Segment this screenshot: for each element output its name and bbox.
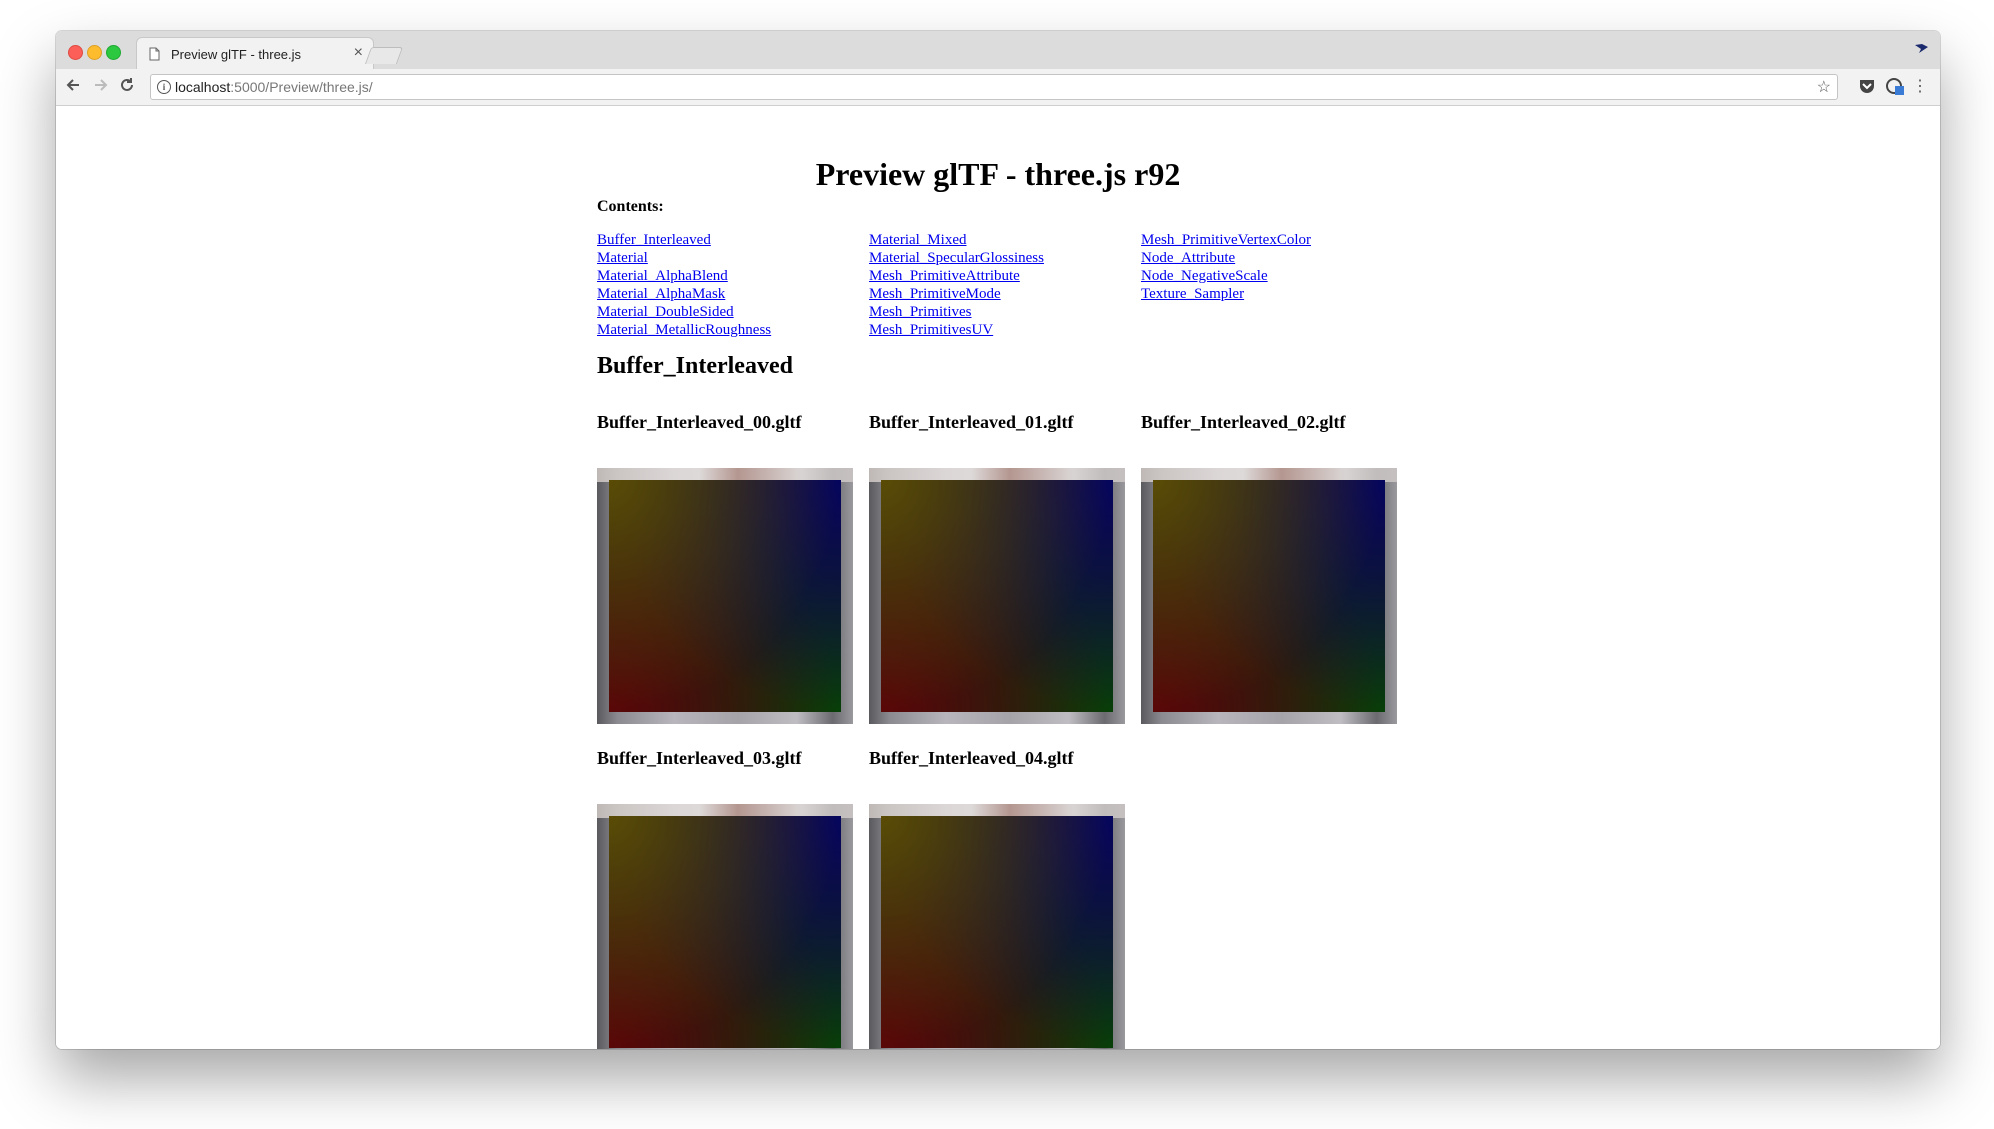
contents-link[interactable]: Texture_Sampler: [1141, 285, 1311, 303]
section-title: Buffer_Interleaved: [597, 353, 793, 379]
contents-link[interactable]: Mesh_PrimitiveAttribute: [869, 267, 1044, 285]
contents-link[interactable]: Buffer_Interleaved: [597, 231, 771, 249]
contents-link[interactable]: Material_Mixed: [869, 231, 1044, 249]
page-content: Preview glTF - three.js r92 Contents: Bu…: [56, 106, 1940, 1049]
menu-icon[interactable]: ⋮: [1912, 76, 1928, 96]
contents-link[interactable]: Material_MetallicRoughness: [597, 321, 771, 339]
extension-icon[interactable]: [1886, 77, 1904, 95]
new-tab-button[interactable]: [364, 47, 404, 64]
contents-link[interactable]: Mesh_PrimitivesUV: [869, 321, 1044, 339]
tab-strip: Preview glTF - three.js ×: [56, 31, 1940, 70]
document-icon: [149, 47, 160, 66]
contents-label: Contents:: [597, 198, 664, 215]
window-maximize-button[interactable]: [106, 45, 121, 60]
page-title: Preview glTF - three.js r92: [815, 156, 1181, 192]
window-minimize-button[interactable]: [87, 45, 102, 60]
contents-link[interactable]: Mesh_PrimitiveVertexColor: [1141, 231, 1311, 249]
tab-title: Preview glTF - three.js: [171, 47, 302, 62]
reload-icon[interactable]: [118, 76, 136, 98]
contents-column-3: Mesh_PrimitiveVertexColor Node_Attribute…: [1141, 231, 1311, 303]
rendered-quad: [609, 816, 841, 1048]
model-preview-canvas[interactable]: [869, 804, 1125, 1049]
contents-link[interactable]: Mesh_Primitives: [869, 303, 1044, 321]
contents-link[interactable]: Node_NegativeScale: [1141, 267, 1311, 285]
info-icon[interactable]: i: [157, 80, 171, 94]
model-title: Buffer_Interleaved_02.gltf: [1141, 412, 1346, 432]
back-arrow-icon[interactable]: [64, 76, 82, 98]
rendered-quad: [881, 816, 1113, 1048]
model-preview-canvas[interactable]: [869, 468, 1125, 724]
forward-arrow-icon[interactable]: [92, 76, 110, 98]
model-title: Buffer_Interleaved_01.gltf: [869, 412, 1074, 432]
model-card: Buffer_Interleaved_04.gltf: [869, 748, 1127, 1049]
browser-window: Preview glTF - three.js × i localhost:50…: [56, 31, 1940, 1049]
window-close-button[interactable]: [68, 45, 83, 60]
contents-link[interactable]: Material_DoubleSided: [597, 303, 771, 321]
star-icon[interactable]: ☆: [1817, 77, 1831, 97]
rendered-quad: [1153, 480, 1385, 712]
contents-link[interactable]: Node_Attribute: [1141, 249, 1311, 267]
contents-link[interactable]: Mesh_PrimitiveMode: [869, 285, 1044, 303]
model-card: Buffer_Interleaved_00.gltf: [597, 412, 855, 724]
profile-icon[interactable]: [1914, 42, 1930, 58]
pocket-icon[interactable]: [1858, 77, 1876, 95]
contents-column-1: Buffer_Interleaved Material Material_Alp…: [597, 231, 771, 339]
model-card: Buffer_Interleaved_02.gltf: [1141, 412, 1399, 724]
rendered-quad: [609, 480, 841, 712]
model-preview-canvas[interactable]: [597, 468, 853, 724]
contents-column-2: Material_Mixed Material_SpecularGlossine…: [869, 231, 1044, 339]
contents-link[interactable]: Material_AlphaBlend: [597, 267, 771, 285]
tab-close-icon[interactable]: ×: [354, 44, 363, 62]
model-preview-canvas[interactable]: [1141, 468, 1397, 724]
toolbar: i localhost:5000/Preview/three.js/ ☆ ⋮: [56, 69, 1940, 106]
model-preview-canvas[interactable]: [597, 804, 853, 1049]
model-card: Buffer_Interleaved_01.gltf: [869, 412, 1127, 724]
contents-link[interactable]: Material: [597, 249, 771, 267]
tab-active[interactable]: Preview glTF - three.js ×: [136, 37, 374, 70]
url-text: localhost:5000/Preview/three.js/: [175, 79, 373, 95]
contents-link[interactable]: Material_SpecularGlossiness: [869, 249, 1044, 267]
model-title: Buffer_Interleaved_04.gltf: [869, 748, 1074, 768]
model-card: Buffer_Interleaved_03.gltf: [597, 748, 855, 1049]
contents-link[interactable]: Material_AlphaMask: [597, 285, 771, 303]
model-title: Buffer_Interleaved_00.gltf: [597, 412, 802, 432]
rendered-quad: [881, 480, 1113, 712]
address-bar[interactable]: i localhost:5000/Preview/three.js/ ☆: [150, 74, 1838, 100]
model-title: Buffer_Interleaved_03.gltf: [597, 748, 802, 768]
